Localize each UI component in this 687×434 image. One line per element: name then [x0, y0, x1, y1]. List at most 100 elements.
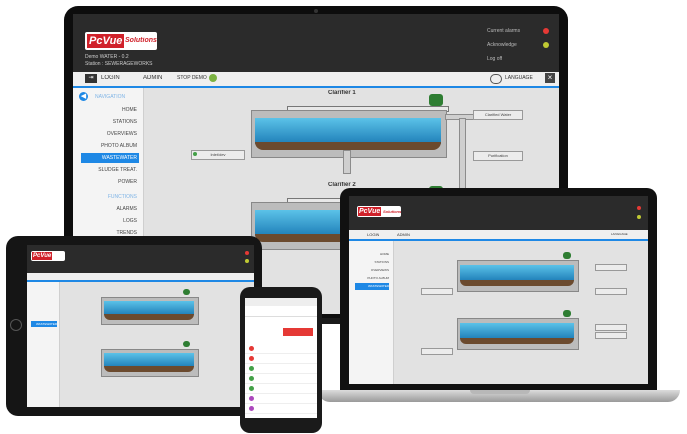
- tablet-nav: [27, 282, 60, 407]
- laptop-button-4[interactable]: [595, 324, 627, 331]
- laptop-language[interactable]: LANGUAGE: [611, 232, 628, 236]
- tablet-menubar: [27, 273, 254, 282]
- laptop-nav-photo-album[interactable]: PHOTO ALBUM: [349, 276, 389, 280]
- login-icon[interactable]: ⇥: [85, 74, 97, 83]
- camera-icon: [314, 9, 318, 13]
- alarm-icon: [249, 386, 254, 391]
- laptop-motor-2[interactable]: [563, 310, 571, 317]
- status-current-alarms[interactable]: Current alarms: [487, 28, 520, 34]
- alarm-icon: [249, 366, 254, 371]
- language-button[interactable]: LANGUAGE: [505, 75, 533, 81]
- clarifier-1-title: Clarifier 1: [328, 90, 356, 96]
- phone-row[interactable]: [245, 354, 317, 364]
- tablet-ack-led: [245, 259, 249, 263]
- purification-button[interactable]: Purification: [473, 151, 523, 161]
- laptop-logo-main: PcVue: [358, 207, 382, 216]
- login-button[interactable]: LOGIN: [101, 75, 120, 81]
- laptop-button-6[interactable]: [421, 348, 453, 355]
- tablet-clarifier-2-sludge: [104, 366, 194, 372]
- stop-demo-label: STOP DEMO: [177, 75, 207, 81]
- nav-item-power[interactable]: POWER: [73, 179, 137, 185]
- logo: PcVue Solutions: [85, 32, 157, 50]
- laptop-nav-overviews[interactable]: OVERVIEWS: [349, 268, 389, 272]
- phone-row[interactable]: [245, 364, 317, 374]
- clarifier-1-water: [255, 118, 441, 144]
- nav-item-wastewater[interactable]: WASTEWATER: [81, 153, 139, 163]
- status-acknowledge[interactable]: Acknowledge: [487, 42, 517, 48]
- alarm-icon: [249, 396, 254, 401]
- phone-row[interactable]: [245, 374, 317, 384]
- nav-item-logs[interactable]: LOGS: [73, 218, 137, 224]
- tablet-logo-main: PcVue: [32, 252, 53, 260]
- phone-row[interactable]: [245, 344, 317, 354]
- clarifier-1-drain-pipe: [343, 150, 351, 174]
- phone-toolbar: [245, 306, 317, 317]
- functions-header: FUNCTIONS: [107, 194, 137, 200]
- nav-item-photo-album[interactable]: PHOTO ALBUM: [73, 143, 137, 149]
- laptop-motor-1[interactable]: [563, 252, 571, 259]
- tablet-clarifier-1-water: [104, 301, 194, 315]
- laptop-nav-wastewater[interactable]: WASTEWATER: [355, 283, 389, 290]
- laptop-alarm-led: [637, 206, 641, 210]
- laptop-menubar: [349, 230, 648, 241]
- tablet-home-button[interactable]: [10, 319, 22, 331]
- phone-alarm-filter-button[interactable]: [283, 328, 313, 336]
- nav-item-sludge-treat[interactable]: SLUDGE TREAT.: [73, 167, 137, 173]
- laptop-button-5[interactable]: [595, 332, 627, 339]
- phone-screen: [245, 298, 317, 418]
- laptop-logo-sub: Solutions: [383, 209, 402, 214]
- clarified-water-button[interactable]: Clarified Water: [473, 110, 523, 120]
- tablet-clarifier-2-water: [104, 353, 194, 367]
- laptop-inlet-button[interactable]: [421, 288, 453, 295]
- tablet-motor-1[interactable]: [183, 289, 190, 295]
- laptop-logo: PcVue Solutions: [357, 206, 401, 217]
- status-log-off[interactable]: Log off: [487, 56, 502, 62]
- laptop-clarifier-1-water: [460, 265, 574, 281]
- alarm-icon: [249, 356, 254, 361]
- nav-item-home[interactable]: HOME: [73, 107, 137, 113]
- laptop-notch: [470, 390, 530, 394]
- alarm-led-icon: [543, 28, 549, 34]
- laptop-nav-stations[interactable]: STATIONS: [349, 260, 389, 264]
- phone-nav-buttons[interactable]: [255, 422, 307, 428]
- laptop-user: ADMIN: [397, 232, 410, 237]
- tablet-logo: PcVue: [31, 251, 65, 261]
- nav-item-alarms[interactable]: ALARMS: [73, 206, 137, 212]
- alarm-icon: [249, 346, 254, 351]
- laptop-nav-home[interactable]: HOME: [349, 252, 389, 256]
- nav-item-stations[interactable]: STATIONS: [73, 119, 137, 125]
- stop-circle-icon[interactable]: [209, 74, 217, 82]
- laptop-ack-led: [637, 215, 641, 219]
- laptop-clarifier-2-sludge: [460, 338, 574, 344]
- user-label: ADMIN: [143, 75, 163, 81]
- laptop-login[interactable]: LOGIN: [367, 232, 379, 237]
- alarm-icon: [249, 376, 254, 381]
- laptop-clarifier-1-sludge: [460, 280, 574, 286]
- motor-icon[interactable]: [429, 94, 443, 106]
- logo-sub: Solutions: [125, 37, 157, 44]
- laptop-screen: PcVue Solutions LOGIN ADMIN LANGUAGE HOM…: [349, 196, 648, 384]
- close-icon[interactable]: ×: [545, 73, 555, 83]
- phone-status-bar: [245, 298, 317, 306]
- alarm-icon: [249, 406, 254, 411]
- header-info-1: Demo WATER - 0.2: [85, 54, 129, 60]
- tablet-motor-2[interactable]: [183, 341, 190, 347]
- arrow-left-icon[interactable]: ◀: [79, 92, 88, 101]
- laptop-clarified-water-button[interactable]: [595, 264, 627, 271]
- tablet-nav-wastewater[interactable]: WASTEWATER: [31, 321, 57, 327]
- speech-bubble-icon[interactable]: [490, 74, 502, 84]
- phone-row[interactable]: [245, 394, 317, 404]
- header-info-2: Station : SEWERAGEWORKS: [85, 61, 153, 67]
- ack-led-icon: [543, 42, 549, 48]
- laptop-clarifier-2-water: [460, 323, 574, 339]
- tablet-screen: PcVue WASTEWATER: [27, 245, 254, 407]
- navigation-header: NAVIGATION: [95, 94, 126, 100]
- clarifier-1-sludge: [255, 142, 441, 150]
- phone-row[interactable]: [245, 404, 317, 414]
- inlet-status-led: [193, 152, 197, 156]
- logo-main: PcVue: [87, 34, 125, 48]
- nav-item-overviews[interactable]: OVERVIEWS: [73, 131, 137, 137]
- inlet-button[interactable]: Inlet/dev: [191, 150, 245, 160]
- laptop-purification-button[interactable]: [595, 288, 627, 295]
- phone-row[interactable]: [245, 384, 317, 394]
